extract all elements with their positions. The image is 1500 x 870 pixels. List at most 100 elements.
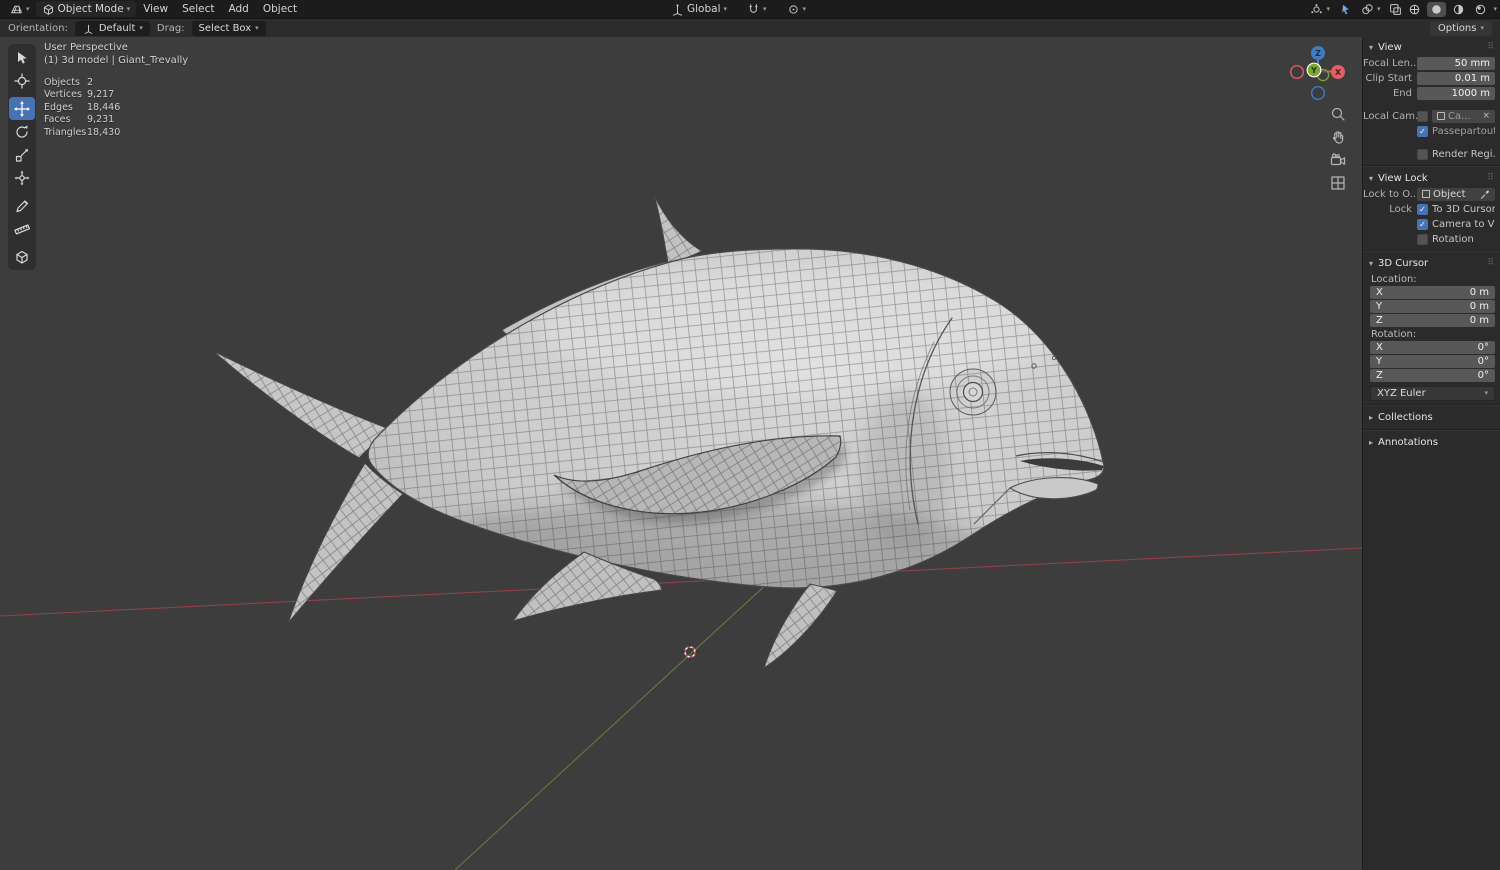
material-sphere-icon [1454,4,1464,14]
cursor-rotation-x-field[interactable]: X 0° [1370,341,1495,354]
chevron-down-icon[interactable]: ▾ [1493,5,1497,13]
overlays-icon [1362,3,1373,14]
rendered-sphere-icon [1476,4,1486,14]
panel-collections-header[interactable]: ▸ Collections [1363,408,1500,426]
fish-model[interactable] [212,194,1105,670]
camera-to-view-label: Camera to Vi... [1432,219,1495,230]
n-panel: ▾ View ⠿ Focal Len... 50 mm Clip Start 0… [1362,37,1500,870]
fish-eye [949,368,997,416]
orientation-setting-value: Default [98,22,136,34]
active-tool-pointer-icon[interactable] [1339,3,1352,16]
grid-ortho-icon[interactable] [1329,174,1347,192]
cursor-location-y-field[interactable]: Y0 m [1370,300,1495,313]
chevron-down-icon: ▾ [1369,258,1374,268]
gizmo-z-label: Z [1315,49,1321,58]
local-camera-checkbox[interactable] [1417,111,1428,122]
transform-orientation-select[interactable]: Global ▾ [665,1,733,17]
menu-add[interactable]: Add [222,0,256,18]
shading-material-button[interactable] [1449,2,1468,17]
clip-end-label: End [1392,88,1412,99]
chevron-down-icon: ▾ [802,4,807,13]
rotation-mode-select[interactable]: XYZ Euler ▾ [1370,386,1495,401]
clear-icon[interactable]: × [1482,111,1490,121]
tool-select-box[interactable] [9,46,35,69]
tool-measure[interactable] [9,217,35,240]
shading-rendered-button[interactable] [1471,2,1490,17]
panel-annotations-header[interactable]: ▸ Annotations [1363,433,1500,451]
tool-annotate[interactable] [9,194,35,217]
overlays-toggle[interactable]: ▾ [1355,1,1387,17]
mode-select[interactable]: Object Mode ▾ [35,1,137,17]
panel-3d-cursor-header[interactable]: ▾ 3D Cursor ⠿ [1363,254,1500,272]
lock-3d-cursor-label: To 3D Cursor [1432,204,1495,215]
magnet-icon [749,3,758,13]
cursor-rotation-y-field[interactable]: Y 0° [1370,355,1495,368]
panel-view-title: View [1378,41,1402,53]
editor-3d-viewport-icon [11,5,22,13]
xray-toggle-icon[interactable] [1389,3,1402,16]
tool-rotate[interactable] [9,120,35,143]
cursor-3d[interactable] [681,643,699,661]
viewport-canvas[interactable] [0,37,1362,870]
chevron-down-icon: ▾ [763,4,767,13]
zoom-icon[interactable] [1329,105,1347,123]
clip-end-field[interactable]: 1000 m [1417,86,1495,100]
menu-select[interactable]: Select [175,0,221,18]
chevron-down-icon: ▾ [723,4,728,13]
panel-view-lock-header[interactable]: ▾ View Lock ⠿ [1363,169,1500,187]
editor-type-button[interactable]: ▾ [4,1,36,17]
camera-to-view-checkbox[interactable]: ✓ [1417,219,1428,230]
render-region-checkbox[interactable] [1417,149,1428,160]
tool-move[interactable] [9,97,35,120]
navigation-gizmo[interactable]: Z X Y [1290,44,1346,100]
3d-viewport[interactable]: User Perspective (1) 3d model | Giant_Tr… [0,37,1362,870]
camera-view-icon[interactable] [1329,151,1347,169]
lock-rotation-label: Rotation [1432,234,1474,245]
focal-length-label: Focal Len... [1363,58,1417,69]
lock-3d-cursor-checkbox[interactable]: ✓ [1417,204,1428,215]
tool-settings-bar: Orientation: Default ▾ Drag: Select Box … [0,18,1500,37]
lock-to-object-label: Lock to O... [1363,189,1417,200]
drag-setting-select[interactable]: Select Box ▾ [191,20,266,36]
orientation-label: Global [687,3,721,15]
chevron-down-icon: ▾ [1326,4,1330,13]
cursor-rotation-label: Rotation: [1371,329,1417,340]
gizmo-y-label: Y [1310,66,1317,75]
panel-view-lock-title: View Lock [1378,172,1428,184]
cursor-rotation-z-field[interactable]: Z 0° [1370,369,1495,382]
cursor-location-z-field[interactable]: Z0 m [1370,314,1495,327]
clip-start-field[interactable]: 0.01 m [1417,71,1495,85]
orientation-setting-select[interactable]: Default ▾ [74,20,150,36]
panel-view-header[interactable]: ▾ View ⠿ [1363,38,1500,56]
proportional-editing-toggle[interactable]: ▾ [781,1,813,17]
focal-length-field[interactable]: 50 mm [1417,56,1495,70]
tool-add-cube[interactable] [9,245,35,268]
local-camera-field[interactable]: Ca... × [1432,109,1495,123]
tool-transform[interactable] [9,166,35,189]
tool-cursor[interactable] [9,69,35,92]
shading-wireframe-button[interactable] [1405,2,1424,17]
viewport-nav-icons [1329,105,1347,192]
gizmo-neg-x-ball[interactable] [1290,65,1304,79]
fish-body [367,248,1105,589]
lock-rotation-checkbox[interactable] [1417,234,1428,245]
panel-3d-cursor-title: 3D Cursor [1378,257,1429,269]
menu-object[interactable]: Object [256,0,304,18]
eyedropper-icon[interactable] [1480,189,1490,199]
panel-collections-title: Collections [1378,411,1433,423]
shading-solid-button[interactable] [1427,1,1447,17]
local-camera-label: Local Cam... [1363,111,1417,122]
gizmo-neg-z-ball[interactable] [1311,86,1325,100]
clip-start-label: Clip Start [1365,73,1413,84]
passepartout-checkbox[interactable]: ✓ [1417,126,1428,137]
menu-view[interactable]: View [136,0,175,18]
snap-toggle[interactable]: ▾ [741,1,773,17]
chevron-right-icon: ▸ [1369,437,1374,447]
lock-to-object-field[interactable]: Object [1417,187,1495,201]
hand-icon[interactable] [1329,128,1347,146]
cursor-location-x-field[interactable]: X0 m [1370,286,1495,299]
options-button[interactable]: Options ▾ [1429,20,1492,36]
tool-scale[interactable] [9,143,35,166]
gizmos-toggle[interactable]: ▾ [1304,1,1336,17]
scene-name: (1) 3d model | Giant_Trevally [44,55,189,66]
